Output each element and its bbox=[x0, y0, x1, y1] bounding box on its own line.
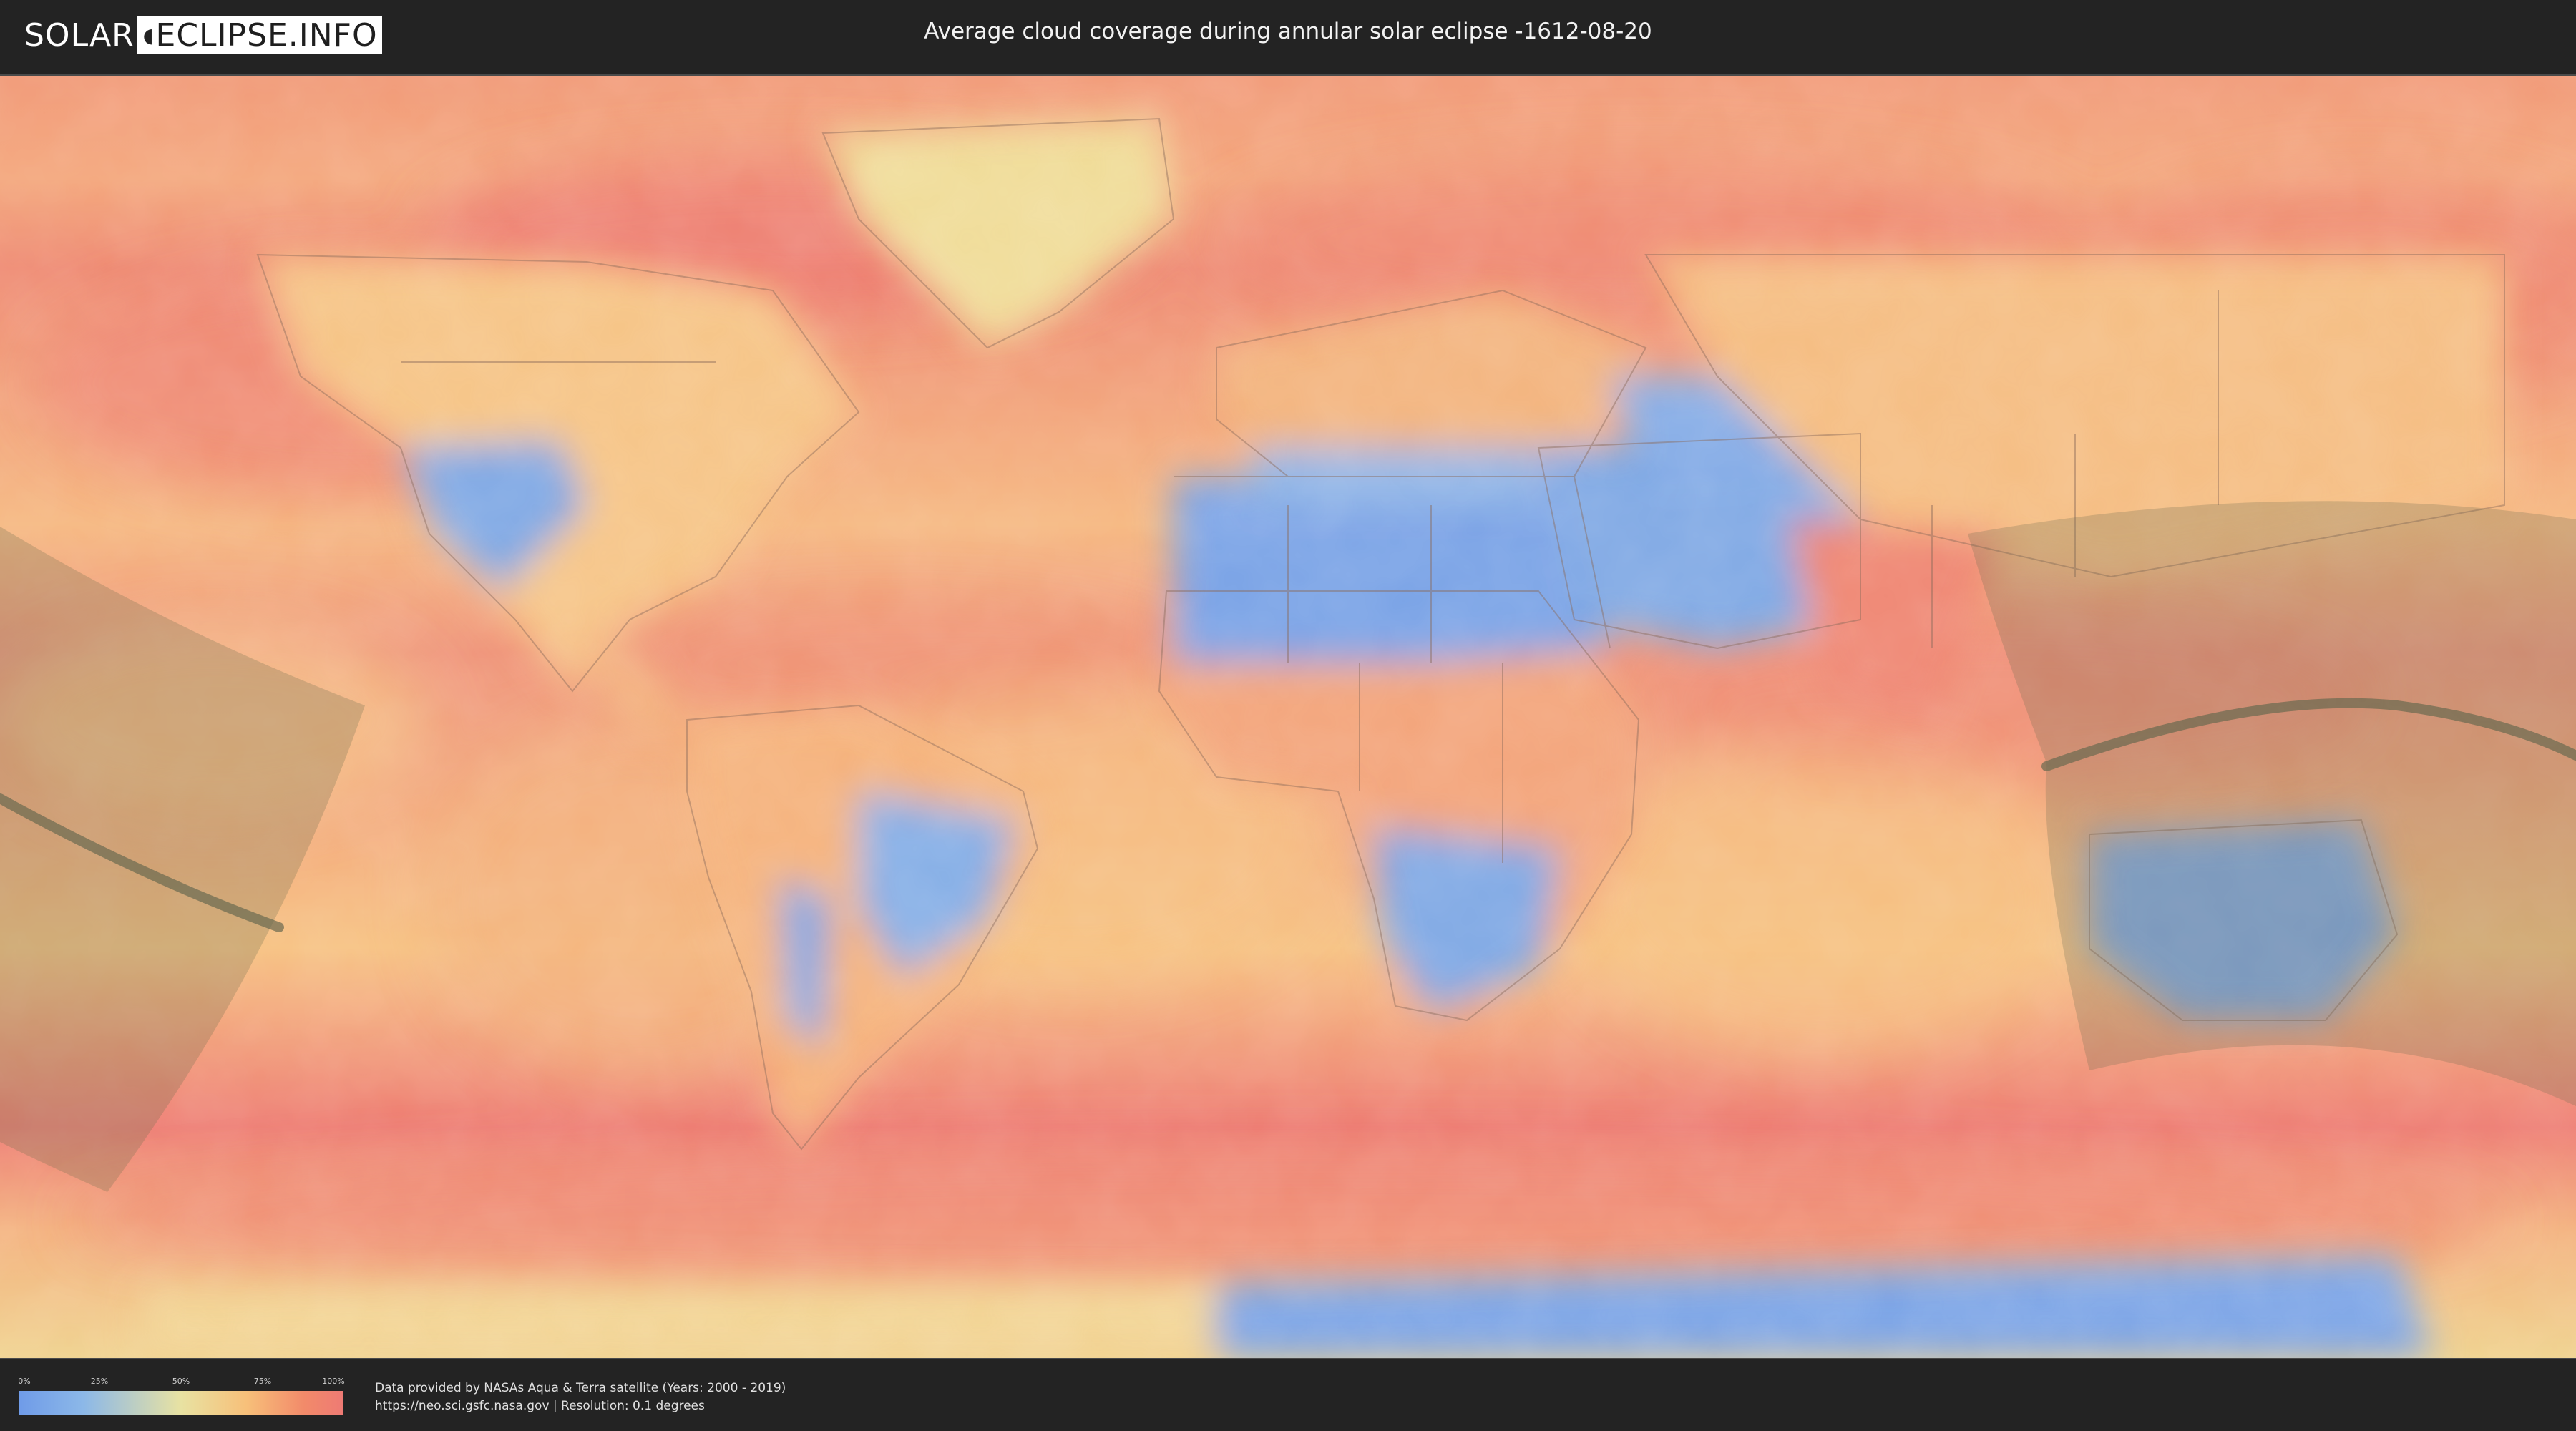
legend-tick-0: 0% bbox=[18, 1377, 31, 1386]
map-svg bbox=[0, 76, 2576, 1358]
header: SOLAR ◖ ECLIPSE.INFO Average cloud cover… bbox=[0, 0, 2576, 72]
footer: 0% 25% 50% 75% 100% Data provided by NAS… bbox=[0, 1359, 2576, 1431]
page-title: Average cloud coverage during annular so… bbox=[924, 19, 1652, 44]
cloud-coverage-map[interactable] bbox=[0, 74, 2576, 1359]
data-source: Data provided by NASAs Aqua & Terra sate… bbox=[375, 1379, 786, 1415]
source-line-1: Data provided by NASAs Aqua & Terra sate… bbox=[375, 1381, 786, 1395]
legend-tick-75: 75% bbox=[253, 1377, 272, 1386]
legend-tick-100: 100% bbox=[322, 1377, 345, 1386]
legend-tick-50: 50% bbox=[172, 1377, 190, 1386]
legend-color-bar bbox=[19, 1391, 343, 1415]
source-line-2[interactable]: https://neo.sci.gsfc.nasa.gov | Resoluti… bbox=[375, 1397, 786, 1415]
page: SOLAR ◖ ECLIPSE.INFO Average cloud cover… bbox=[0, 0, 2576, 1431]
color-legend: 0% 25% 50% 75% 100% bbox=[18, 1377, 345, 1415]
legend-ticks: 0% 25% 50% 75% 100% bbox=[18, 1377, 345, 1388]
legend-tick-25: 25% bbox=[90, 1377, 109, 1386]
